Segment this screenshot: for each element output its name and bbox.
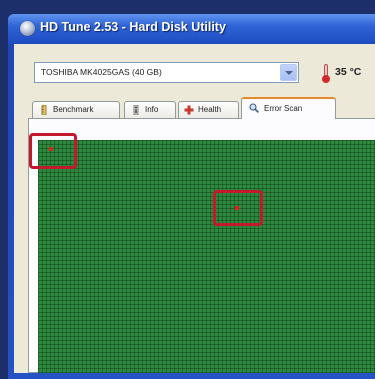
temperature-readout: 35 °C bbox=[335, 66, 362, 78]
tab-benchmark-label: Benchmark bbox=[53, 105, 94, 114]
drive-select-dropdown[interactable]: TOSHIBA MK4025GAS (40 GB) bbox=[34, 62, 299, 83]
tab-info[interactable]: Info bbox=[124, 101, 176, 118]
tab-error-scan-label: Error Scan bbox=[264, 104, 303, 113]
health-cross-icon bbox=[184, 105, 194, 115]
thermometer-icon bbox=[322, 64, 330, 83]
ruler-icon bbox=[41, 105, 47, 115]
app-disk-icon bbox=[20, 21, 35, 36]
magnifier-icon bbox=[249, 103, 259, 113]
tab-benchmark[interactable]: Benchmark bbox=[32, 101, 120, 118]
info-icon bbox=[133, 105, 139, 115]
error-scan-block-map bbox=[38, 140, 375, 373]
damaged-block-highlight bbox=[29, 133, 77, 169]
tab-info-label: Info bbox=[145, 105, 159, 114]
chevron-down-icon bbox=[285, 71, 293, 75]
window-title: HD Tune 2.53 - Hard Disk Utility bbox=[40, 20, 226, 34]
tab-health[interactable]: Health bbox=[178, 101, 239, 118]
tab-health-label: Health bbox=[198, 105, 222, 114]
damaged-block-highlight bbox=[213, 190, 263, 226]
drive-select-value: TOSHIBA MK4025GAS (40 GB) bbox=[41, 67, 162, 77]
dropdown-arrow-button[interactable] bbox=[280, 64, 297, 81]
tab-error-scan[interactable]: Error Scan bbox=[241, 97, 336, 119]
